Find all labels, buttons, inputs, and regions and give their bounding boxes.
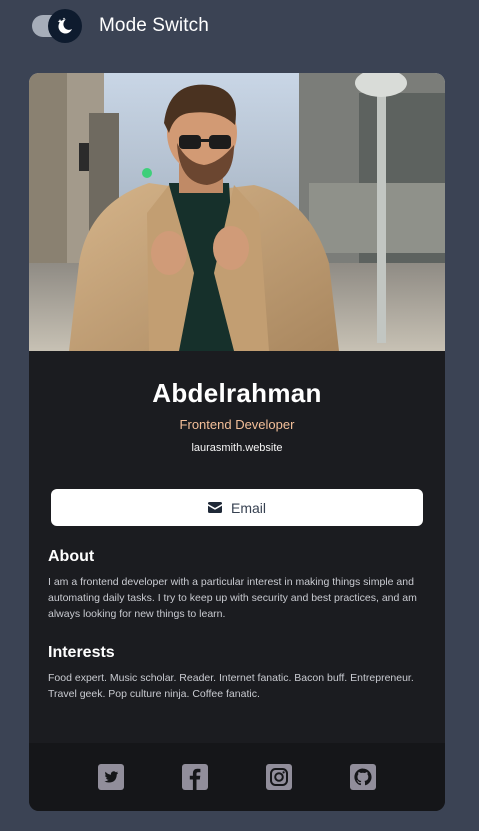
profile-website[interactable]: laurasmith.website xyxy=(29,442,445,454)
social-footer xyxy=(29,743,445,811)
profile-name: Abdelrahman xyxy=(152,378,322,408)
moon-stars-icon xyxy=(48,9,82,43)
instagram-icon[interactable] xyxy=(266,764,292,790)
twitter-icon[interactable] xyxy=(98,764,124,790)
facebook-icon[interactable] xyxy=(182,764,208,790)
interests-text: Food expert. Music scholar. Reader. Inte… xyxy=(48,672,414,700)
envelope-icon xyxy=(207,502,222,513)
mode-switch: Mode Switch xyxy=(32,9,209,43)
about-text: I am a frontend developer with a particu… xyxy=(48,576,417,620)
github-icon[interactable] xyxy=(350,764,376,790)
profile-role: Frontend Developer xyxy=(179,417,295,432)
about-section: About I am a frontend developer with a p… xyxy=(29,548,445,622)
profile-photo xyxy=(29,73,445,351)
mode-toggle[interactable] xyxy=(32,9,82,43)
about-heading: About xyxy=(48,548,95,565)
interests-section: Interests Food expert. Music scholar. Re… xyxy=(29,644,445,702)
email-button-label: Email xyxy=(230,499,266,516)
email-button[interactable]: Email xyxy=(51,489,423,526)
profile-card: Abdelrahman Frontend Developer laurasmit… xyxy=(29,73,445,811)
interests-heading: Interests xyxy=(48,644,115,661)
mode-switch-label: Mode Switch xyxy=(99,15,209,36)
